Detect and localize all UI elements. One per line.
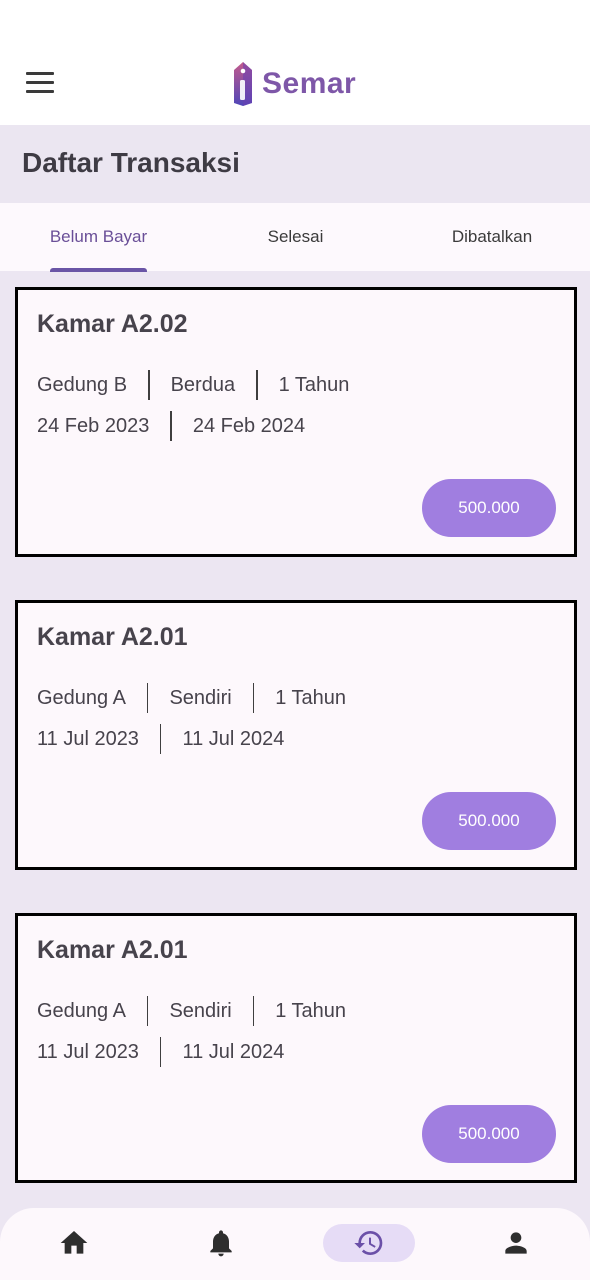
start-date: 11 Jul 2023 — [37, 1040, 139, 1063]
duration: 1 Tahun — [275, 686, 347, 709]
divider — [148, 370, 150, 400]
pay-button[interactable]: 500.000 — [422, 792, 556, 850]
menu-icon[interactable] — [26, 72, 54, 94]
occupancy: Sendiri — [169, 686, 232, 709]
pay-button[interactable]: 500.000 — [422, 1105, 556, 1163]
tab-label: Selesai — [267, 227, 324, 246]
end-date: 11 Jul 2024 — [182, 727, 285, 750]
divider — [146, 996, 149, 1026]
divider — [159, 724, 162, 754]
building: Gedung A — [37, 686, 126, 709]
duration: 1 Tahun — [275, 999, 347, 1022]
page-header: Daftar Transaksi — [0, 125, 590, 203]
date-range: 11 Jul 2023 11 Jul 2024 — [37, 1037, 284, 1067]
divider — [252, 683, 255, 713]
divider — [256, 370, 258, 400]
room-details: Gedung A Sendiri 1 Tahun — [37, 996, 346, 1026]
tab-label: Belum Bayar — [49, 227, 148, 246]
nav-history[interactable] — [323, 1224, 415, 1262]
building: Gedung B — [37, 373, 128, 396]
start-date: 24 Feb 2023 — [37, 414, 150, 437]
divider — [146, 683, 149, 713]
room-details: Gedung B Berdua 1 Tahun — [37, 370, 349, 400]
pay-button[interactable]: 500.000 — [422, 479, 556, 537]
top-app-bar: Semar — [0, 0, 590, 125]
history-icon — [354, 1231, 383, 1255]
room-name: Kamar A2.02 — [37, 310, 188, 338]
tab-dibatalkan[interactable]: Dibatalkan — [394, 203, 590, 271]
transaction-card[interactable]: Kamar A2.01 Gedung A Sendiri 1 Tahun 11 … — [15, 913, 577, 1183]
nav-profile[interactable] — [470, 1224, 562, 1262]
occupancy: Sendiri — [169, 999, 232, 1022]
room-name: Kamar A2.01 — [37, 623, 188, 651]
app-name: Semar — [262, 67, 357, 100]
building: Gedung A — [37, 999, 126, 1022]
page-title: Daftar Transaksi — [22, 147, 240, 178]
tab-bar: Belum Bayar Selesai Dibatalkan — [0, 203, 590, 272]
room-details: Gedung A Sendiri 1 Tahun — [37, 683, 346, 713]
tab-belum-bayar[interactable]: Belum Bayar — [0, 203, 197, 271]
duration: 1 Tahun — [278, 373, 350, 396]
occupancy: Berdua — [170, 373, 236, 396]
end-date: 11 Jul 2024 — [182, 1040, 285, 1063]
nav-home[interactable] — [28, 1224, 120, 1262]
divider — [170, 411, 172, 441]
date-range: 11 Jul 2023 11 Jul 2024 — [37, 724, 284, 754]
end-date: 24 Feb 2024 — [192, 414, 306, 437]
nav-notifications[interactable] — [175, 1224, 267, 1262]
date-range: 24 Feb 2023 24 Feb 2024 — [37, 411, 305, 441]
home-icon — [60, 1231, 88, 1254]
logo-mark-icon — [234, 62, 252, 106]
start-date: 11 Jul 2023 — [37, 727, 139, 750]
transaction-card[interactable]: Kamar A2.01 Gedung A Sendiri 1 Tahun 11 … — [15, 600, 577, 870]
transaction-card[interactable]: Kamar A2.02 Gedung B Berdua 1 Tahun 24 F… — [15, 287, 577, 557]
app-screen: Semar Daftar Transaksi Belum Bayar Seles… — [0, 0, 590, 1280]
app-logo: Semar — [230, 60, 356, 108]
bottom-navigation — [0, 1208, 590, 1280]
tab-indicator — [50, 268, 147, 272]
tab-label: Dibatalkan — [451, 227, 533, 246]
bell-icon — [210, 1230, 232, 1257]
tab-selesai[interactable]: Selesai — [197, 203, 394, 271]
divider — [159, 1037, 162, 1067]
room-name: Kamar A2.01 — [37, 936, 188, 964]
divider — [252, 996, 255, 1026]
person-icon — [505, 1232, 527, 1254]
